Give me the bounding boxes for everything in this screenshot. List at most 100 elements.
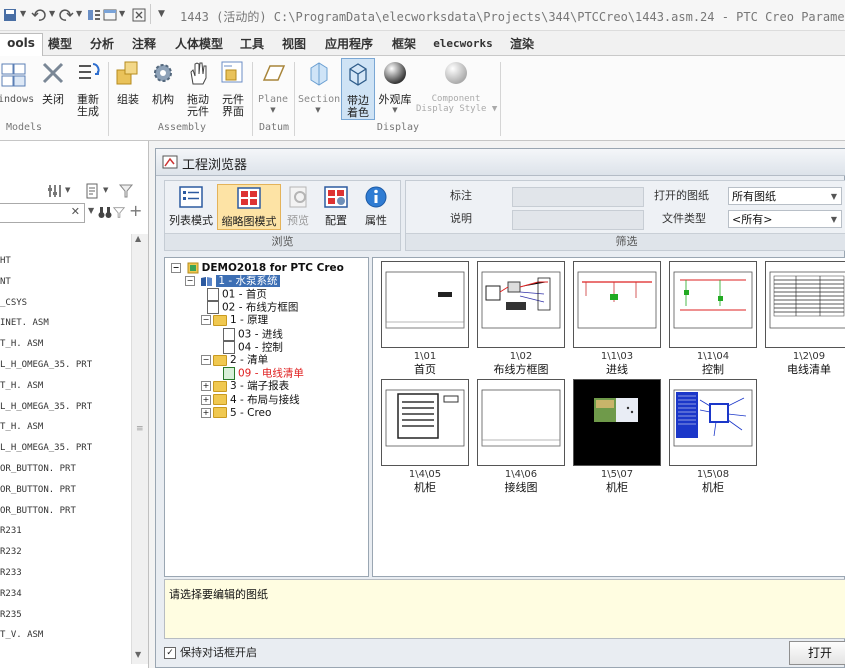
tab-tools-cn[interactable]: 工具 bbox=[236, 35, 268, 55]
scroll-up-icon[interactable]: ▲ bbox=[135, 234, 141, 243]
tree-folder[interactable]: +3 - 端子报表 bbox=[201, 380, 289, 393]
show-icon[interactable] bbox=[84, 183, 100, 199]
model-tree-item[interactable]: NT bbox=[0, 277, 11, 287]
plane-button[interactable]: Plane ▼ bbox=[256, 58, 290, 114]
tree-project-node[interactable]: − 1 - 水泵系统 bbox=[185, 275, 280, 288]
tree-drawing[interactable]: 03 - 进线 bbox=[223, 327, 283, 342]
component-interface-button[interactable]: 元件 界面 bbox=[218, 58, 248, 118]
thumbnail-card[interactable]: 1\2\09 电线清单 bbox=[765, 261, 845, 376]
dropdown-arrow-icon[interactable]: ▼ bbox=[103, 186, 108, 194]
dropdown-arrow-icon[interactable]: ▼ bbox=[256, 106, 290, 114]
save-icon[interactable] bbox=[2, 7, 18, 23]
open-button[interactable]: 打开 bbox=[789, 641, 845, 665]
tree-root[interactable]: − DEMO2018 for PTC Creo bbox=[171, 262, 344, 275]
redo-icon[interactable] bbox=[58, 7, 74, 23]
add-icon[interactable]: + bbox=[129, 201, 142, 220]
dropdown-arrow-icon[interactable]: ▼ bbox=[49, 9, 55, 18]
model-tree-item[interactable]: R231 bbox=[0, 526, 22, 536]
model-tree-item[interactable]: T_H. ASM bbox=[0, 381, 43, 391]
thumbnail-card[interactable]: 1\5\08 机柜 bbox=[669, 379, 757, 494]
model-tree-item[interactable]: R232 bbox=[0, 547, 22, 557]
scroll-grip-icon[interactable]: ≡ bbox=[136, 424, 144, 434]
thumbnail-card[interactable]: 1\01 首页 bbox=[381, 261, 469, 376]
thumbnail-card[interactable]: 1\4\05 机柜 bbox=[381, 379, 469, 494]
tab-annotate[interactable]: 注释 bbox=[128, 35, 160, 55]
dropdown-arrow-icon[interactable]: ▼ bbox=[298, 106, 338, 114]
tab-tools[interactable]: ools bbox=[0, 33, 43, 56]
model-tree-search-input[interactable]: ✕ bbox=[0, 203, 85, 223]
expand-icon[interactable]: + bbox=[201, 407, 211, 418]
vertical-scrollbar[interactable]: ▲ ≡ ▼ bbox=[131, 234, 148, 664]
tree-drawing[interactable]: 01 - 首页 bbox=[207, 288, 267, 302]
drag-components-button[interactable]: 拖动 元件 bbox=[183, 58, 213, 118]
appearance-gallery-button[interactable]: 外观库 ▼ bbox=[377, 58, 413, 114]
tree-drawing[interactable]: 09 - 电线清单 bbox=[223, 367, 304, 381]
preview-button[interactable]: 预览 bbox=[281, 184, 315, 228]
dropdown-arrow-icon[interactable]: ▼ bbox=[20, 9, 26, 18]
tab-model[interactable]: 模型 bbox=[44, 35, 76, 55]
customize-arrow-icon[interactable]: ▼ bbox=[158, 9, 165, 19]
collapse-icon[interactable]: − bbox=[201, 355, 211, 365]
dropdown-arrow-icon[interactable]: ▼ bbox=[88, 206, 94, 215]
properties-button[interactable]: 属性 bbox=[357, 184, 395, 228]
model-tree-item[interactable]: _CSYS bbox=[0, 298, 27, 308]
model-tree-item[interactable]: R233 bbox=[0, 568, 22, 578]
settings-icon[interactable] bbox=[47, 183, 63, 199]
dropdown-arrow-icon[interactable]: ▼ bbox=[377, 106, 413, 114]
collapse-icon[interactable]: − bbox=[185, 276, 195, 286]
assemble-button[interactable]: 组装 bbox=[113, 58, 143, 106]
model-tree-item[interactable]: T_H. ASM bbox=[0, 422, 43, 432]
section-button[interactable]: Section ▼ bbox=[298, 58, 340, 114]
tree-folder[interactable]: +4 - 布局与接线 bbox=[201, 394, 300, 407]
model-tree-item[interactable]: L_H_OMEGA_35. PRT bbox=[0, 402, 92, 412]
clear-icon[interactable]: ✕ bbox=[71, 205, 80, 218]
thumbnail-mode-button[interactable]: 缩略图模式 bbox=[217, 184, 281, 230]
model-tree-item[interactable]: T_V. ASM bbox=[0, 630, 43, 640]
regenerate-quick-icon[interactable] bbox=[86, 7, 102, 23]
windows-button[interactable]: indows bbox=[0, 58, 34, 106]
tab-render[interactable]: 渲染 bbox=[506, 35, 538, 55]
binoculars-icon[interactable] bbox=[97, 204, 113, 220]
undo-icon[interactable] bbox=[31, 7, 47, 23]
model-tree-item[interactable]: OR_BUTTON. PRT bbox=[0, 485, 76, 495]
close-button[interactable]: 关闭 bbox=[38, 58, 68, 106]
tree-drawing[interactable]: 02 - 布线方框图 bbox=[207, 301, 298, 315]
model-tree-item[interactable]: HT bbox=[0, 256, 11, 266]
dropdown-arrow-icon[interactable]: ▼ bbox=[76, 9, 82, 18]
tab-view[interactable]: 视图 bbox=[278, 35, 310, 55]
dropdown-arrow-icon[interactable]: ▼ bbox=[65, 186, 70, 194]
description-filter-field[interactable] bbox=[512, 210, 644, 230]
thumbnail-card[interactable]: 1\4\06 接线图 bbox=[477, 379, 565, 494]
filter-icon[interactable] bbox=[118, 183, 134, 199]
thumbnail-card[interactable]: 1\1\04 控制 bbox=[669, 261, 757, 376]
component-display-style-button[interactable]: Component Display Style ▼ bbox=[416, 58, 497, 114]
tree-drawing[interactable]: 04 - 控制 bbox=[223, 340, 283, 355]
windows-quick-icon[interactable] bbox=[102, 7, 118, 23]
shade-with-edges-button[interactable]: 带边 着色 bbox=[341, 58, 375, 120]
scroll-down-icon[interactable]: ▼ bbox=[135, 650, 141, 659]
keep-dialog-open-checkbox[interactable]: ✓ 保持对话框开启 bbox=[164, 644, 257, 660]
tree-folder[interactable]: +5 - Creo bbox=[201, 407, 271, 420]
model-tree-item[interactable]: OR_BUTTON. PRT bbox=[0, 506, 76, 516]
mechanism-button[interactable]: 机构 bbox=[148, 58, 178, 106]
model-tree-item[interactable]: R234 bbox=[0, 589, 22, 599]
thumbnail-card[interactable]: 1\1\03 进线 bbox=[573, 261, 661, 376]
tab-analysis[interactable]: 分析 bbox=[86, 35, 118, 55]
model-tree-item[interactable]: INET. ASM bbox=[0, 318, 49, 328]
expand-icon[interactable]: + bbox=[201, 394, 211, 405]
funnel-icon[interactable] bbox=[112, 204, 126, 220]
file-type-select[interactable]: <所有> ▼ bbox=[728, 210, 842, 228]
tab-elecworks[interactable]: elecworks bbox=[430, 35, 496, 55]
thumbnail-card[interactable]: 1\5\07 机柜 bbox=[573, 379, 661, 494]
model-tree-item[interactable]: L_H_OMEGA_35. PRT bbox=[0, 360, 92, 370]
dropdown-arrow-icon[interactable]: ▼ bbox=[119, 9, 125, 18]
collapse-icon[interactable]: − bbox=[201, 315, 211, 326]
model-tree-item[interactable]: OR_BUTTON. PRT bbox=[0, 464, 76, 474]
regenerate-button[interactable]: 重新 生成 bbox=[72, 58, 104, 118]
model-tree-item[interactable]: R235 bbox=[0, 610, 22, 620]
configure-button[interactable]: 配置 bbox=[319, 184, 353, 228]
expand-icon[interactable]: + bbox=[201, 381, 211, 392]
close-window-icon[interactable] bbox=[131, 7, 147, 23]
list-mode-button[interactable]: 列表模式 bbox=[167, 184, 215, 228]
tab-manikin[interactable]: 人体模型 bbox=[170, 35, 228, 55]
